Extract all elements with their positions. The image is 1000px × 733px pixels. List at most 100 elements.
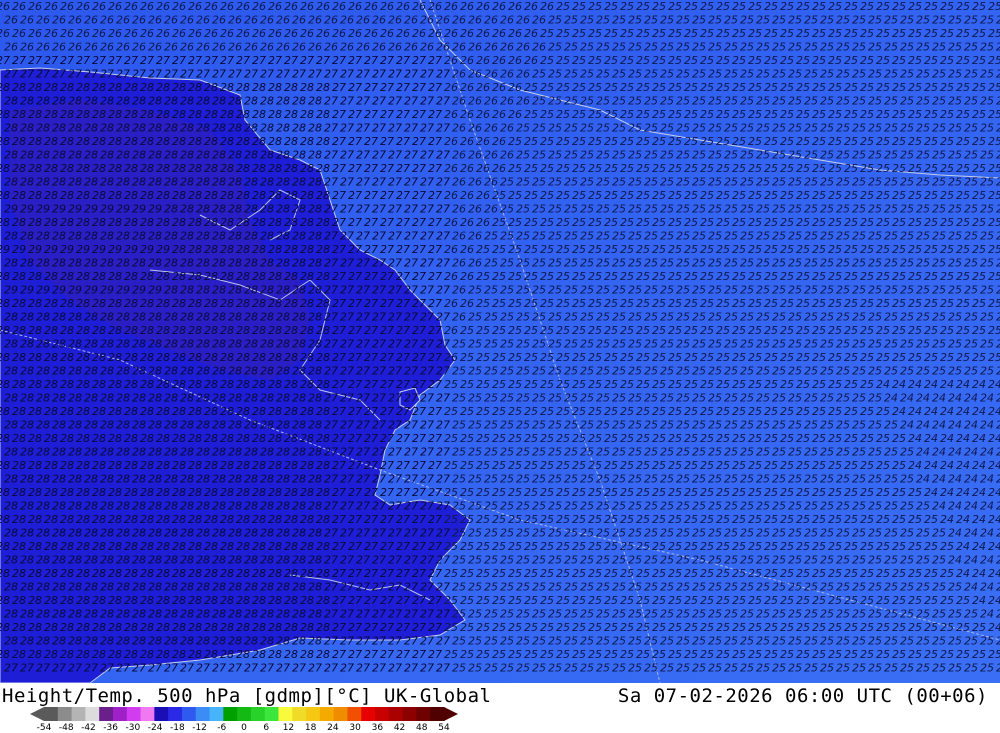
grid-value: 28 — [252, 486, 266, 499]
grid-value: 28 — [100, 95, 114, 108]
grid-value: 28 — [100, 608, 114, 621]
grid-value: 28 — [148, 365, 162, 378]
grid-value: 25 — [460, 594, 474, 607]
grid-value: 25 — [804, 446, 818, 459]
grid-value: 28 — [308, 203, 322, 216]
grid-value: 28 — [236, 351, 250, 364]
grid-value: 25 — [604, 189, 618, 202]
grid-value: 26 — [172, 27, 186, 40]
grid-value: 28 — [268, 135, 282, 148]
grid-value: 25 — [828, 108, 842, 121]
grid-value: 25 — [980, 284, 994, 297]
grid-value: 25 — [828, 567, 842, 580]
grid-value: 24 — [972, 405, 986, 418]
grid-value: 25 — [692, 338, 706, 351]
grid-value: 25 — [660, 122, 674, 135]
grid-value: 25 — [892, 270, 906, 283]
grid-value: 25 — [996, 176, 1000, 189]
grid-value: 25 — [844, 81, 858, 94]
grid-value: 25 — [516, 527, 530, 540]
grid-value: 25 — [492, 432, 506, 445]
grid-value: 26 — [236, 27, 250, 40]
grid-value: 25 — [524, 135, 538, 148]
scale-swatch — [154, 707, 169, 721]
grid-value: 25 — [580, 608, 594, 621]
grid-value: 25 — [564, 68, 578, 81]
grid-value: 28 — [76, 324, 90, 337]
grid-value: 28 — [28, 216, 42, 229]
grid-value: 27 — [28, 54, 42, 67]
grid-value: 25 — [940, 540, 954, 553]
grid-value: 25 — [980, 365, 994, 378]
grid-value: 25 — [700, 189, 714, 202]
grid-value: 25 — [884, 257, 898, 270]
grid-value: 28 — [156, 270, 170, 283]
grid-value: 27 — [428, 162, 442, 175]
grid-value: 28 — [140, 621, 154, 634]
grid-value: 25 — [628, 527, 642, 540]
grid-value: 25 — [988, 324, 1000, 337]
grid-value: 25 — [596, 149, 610, 162]
grid-value: 25 — [452, 581, 466, 594]
grid-value: 25 — [492, 270, 506, 283]
grid-value: 28 — [292, 230, 306, 243]
grid-value: 25 — [956, 270, 970, 283]
grid-value: 28 — [180, 554, 194, 567]
grid-value: 28 — [36, 257, 50, 270]
grid-value: 24 — [972, 486, 986, 499]
grid-value: 28 — [276, 527, 290, 540]
grid-value: 25 — [692, 527, 706, 540]
grid-value: 28 — [188, 297, 202, 310]
grid-value: 28 — [28, 459, 42, 472]
grid-value: 25 — [572, 324, 586, 337]
grid-value: 25 — [948, 230, 962, 243]
grid-value: 29 — [116, 284, 130, 297]
grid-value: 25 — [692, 284, 706, 297]
grid-value: 24 — [940, 378, 954, 391]
grid-value: 28 — [132, 149, 146, 162]
grid-value: 25 — [900, 446, 914, 459]
grid-value: 28 — [212, 284, 226, 297]
grid-value: 27 — [100, 68, 114, 81]
grid-value: 25 — [620, 351, 634, 364]
grid-value: 28 — [52, 149, 66, 162]
grid-value: 25 — [620, 459, 634, 472]
grid-value: 28 — [124, 405, 138, 418]
grid-value: 25 — [860, 0, 874, 13]
grid-value: 27 — [340, 473, 354, 486]
grid-value: 28 — [308, 311, 322, 324]
grid-value: 28 — [252, 405, 266, 418]
grid-value: 25 — [572, 0, 586, 13]
grid-value: 25 — [956, 297, 970, 310]
grid-value: 25 — [996, 365, 1000, 378]
grid-value: 25 — [652, 648, 666, 661]
grid-value: 27 — [412, 108, 426, 121]
grid-value: 28 — [156, 297, 170, 310]
grid-value: 25 — [700, 459, 714, 472]
grid-value: 25 — [860, 135, 874, 148]
grid-value: 25 — [788, 446, 802, 459]
grid-value: 27 — [340, 581, 354, 594]
grid-value: 27 — [324, 500, 338, 513]
grid-value: 28 — [228, 473, 242, 486]
grid-value: 27 — [428, 216, 442, 229]
scale-swatch — [237, 707, 252, 721]
grid-value: 26 — [412, 27, 426, 40]
grid-value: 25 — [956, 621, 970, 634]
grid-value: 26 — [388, 14, 402, 27]
grid-value: 25 — [916, 284, 930, 297]
grid-value: 25 — [948, 41, 962, 54]
grid-value: 28 — [300, 648, 314, 661]
grid-value: 28 — [44, 540, 58, 553]
grid-value: 25 — [868, 554, 882, 567]
grid-value: 25 — [852, 284, 866, 297]
grid-value: 28 — [252, 540, 266, 553]
grid-value: 27 — [332, 189, 346, 202]
grid-value: 27 — [380, 243, 394, 256]
grid-value: 27 — [396, 486, 410, 499]
grid-value: 25 — [580, 257, 594, 270]
grid-value: 27 — [364, 81, 378, 94]
grid-value: 25 — [780, 243, 794, 256]
grid-value: 25 — [460, 459, 474, 472]
grid-value: 26 — [76, 0, 90, 13]
